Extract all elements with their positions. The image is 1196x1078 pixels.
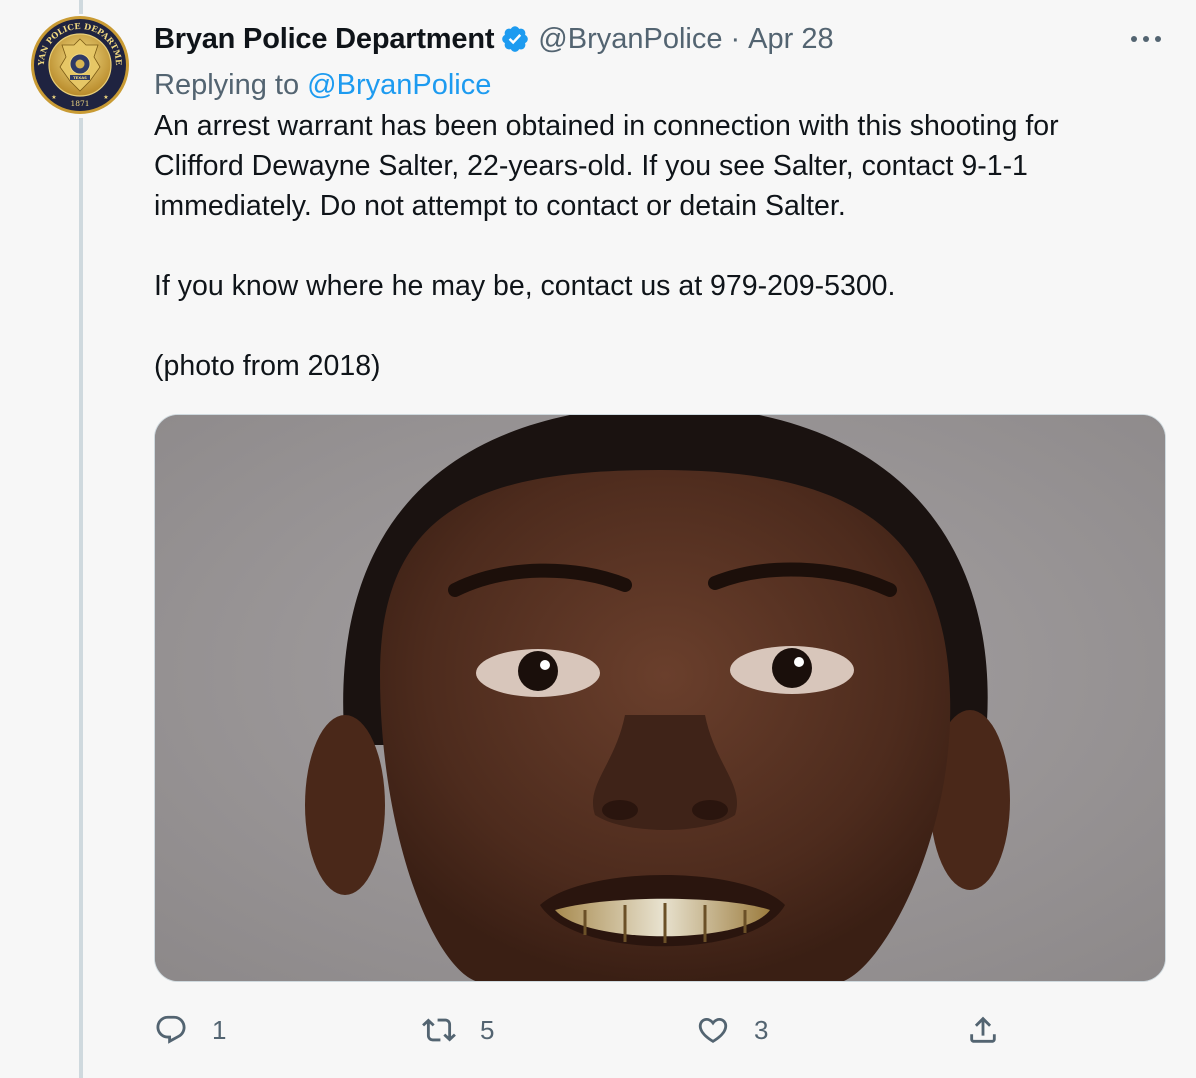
tweet-text-line: (photo from 2018) [154, 350, 381, 382]
seal-year-text: 1871 [70, 99, 89, 108]
retweet-icon [422, 1018, 456, 1042]
author-display-name[interactable]: Bryan Police Department [154, 23, 494, 56]
verified-badge-icon [502, 26, 529, 52]
retweet-count: 5 [480, 1014, 495, 1045]
tweet-text-line: An arrest warrant has been obtained in c… [154, 110, 1059, 142]
tweet-text-line: If you know where he may be, contact us … [154, 270, 896, 302]
tweet-content: Bryan Police Department @BryanPolice · A… [154, 16, 1166, 1045]
mugshot-image [155, 415, 1165, 981]
profile-avatar[interactable]: BRYAN POLICE DEPARTMENT TEXAS 1871 ★ ★ [30, 15, 130, 115]
svg-text:★: ★ [103, 94, 108, 101]
author-handle[interactable]: @BryanPolice [538, 23, 722, 56]
share-icon [970, 1016, 996, 1043]
replying-to-line: Replying to @BryanPolice [154, 65, 1166, 105]
tweet-text: An arrest warrant has been obtained in c… [154, 106, 1166, 386]
tweet-header: Bryan Police Department @BryanPolice · A… [154, 16, 1166, 62]
tweet-actions: 1 5 3 [154, 1006, 1166, 1054]
like-count: 3 [754, 1014, 769, 1045]
reply-count: 1 [212, 1014, 227, 1045]
like-button[interactable]: 3 [696, 1006, 768, 1054]
reply-button[interactable]: 1 [154, 1006, 226, 1054]
tweet-date[interactable]: Apr 28 [748, 23, 833, 56]
tweet-photo[interactable] [154, 414, 1166, 982]
tweet-text-line: Clifford Dewayne Salter, 22-years-old. I… [154, 150, 1028, 182]
reply-icon [156, 1015, 186, 1044]
svg-text:★: ★ [51, 94, 56, 101]
thread-connector-line [79, 118, 83, 1078]
thread-line-top [79, 0, 83, 14]
retweet-button[interactable]: 5 [422, 1006, 494, 1054]
replying-to-prefix: Replying to [154, 69, 300, 101]
share-button[interactable] [966, 1006, 1000, 1054]
header-separator: · [730, 22, 741, 55]
tweet-text-line: immediately. Do not attempt to contact o… [154, 190, 846, 222]
replying-to-handle-link[interactable]: @BryanPolice [307, 69, 491, 101]
heart-icon [698, 1017, 728, 1043]
seal-state-text: TEXAS [73, 75, 87, 80]
